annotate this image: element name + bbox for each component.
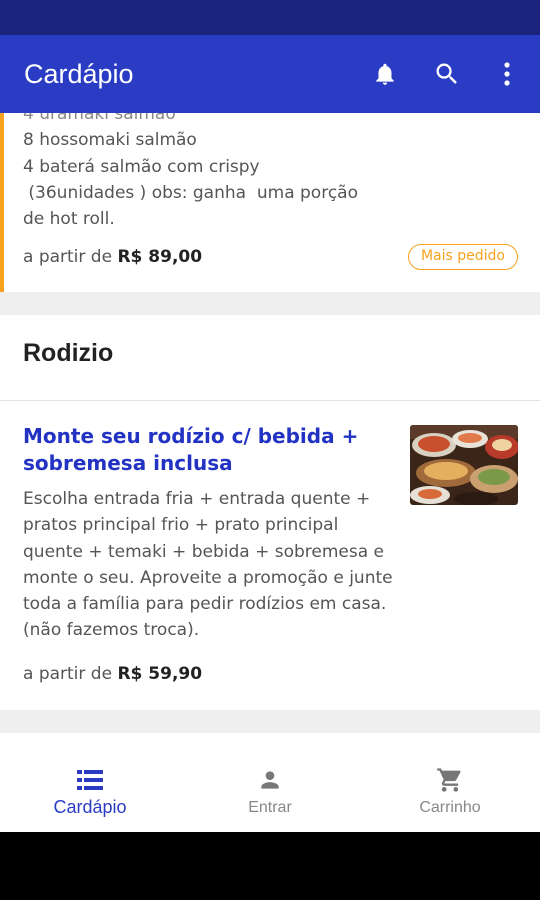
section-title: Rodizio: [23, 339, 114, 367]
price-prefix: a partir de: [23, 664, 113, 684]
nav-item-carrinho[interactable]: Carrinho: [360, 733, 540, 832]
description-line: (36unidades ) obs: ganha uma porção: [23, 182, 358, 203]
most-ordered-badge: Mais pedido: [407, 244, 518, 270]
status-bar: [0, 0, 540, 35]
price-value: R$ 59,90: [117, 664, 203, 684]
bell-icon: [376, 63, 394, 85]
description-line: 4 baterá salmão com crispy: [23, 156, 260, 177]
more-vert-icon: [504, 62, 510, 86]
system-navigation-bar: [0, 832, 540, 900]
app-bar-actions: [354, 35, 540, 113]
nav-item-entrar[interactable]: Entrar: [180, 733, 360, 832]
person-icon: [256, 766, 284, 794]
page-title: Cardápio: [24, 58, 134, 89]
nav-item-cardapio[interactable]: Cardápio: [0, 733, 180, 832]
menu-list-icon: [76, 766, 104, 794]
notifications-button[interactable]: [354, 43, 416, 105]
highlight-bar: [0, 113, 4, 292]
cart-icon: [436, 766, 464, 794]
price-row: a partir de R$ 89,00: [23, 247, 202, 267]
nav-label: Entrar: [248, 799, 292, 816]
product-description: Escolha entrada fria + entrada quente + …: [23, 489, 393, 641]
product-card-rodizio[interactable]: Monte seu rodízio c/ bebida + sobremesa …: [0, 401, 540, 710]
description-line: 8 hossomaki salmão: [23, 130, 197, 151]
search-button[interactable]: [416, 43, 478, 105]
menu-content[interactable]: 4 uramaki salmão 8 hossomaki salmão 4 ba…: [0, 113, 540, 733]
description-line: 4 uramaki salmão: [23, 113, 176, 124]
product-description: 4 uramaki salmão 8 hossomaki salmão 4 ba…: [23, 113, 403, 232]
price-prefix: a partir de: [23, 247, 113, 267]
more-options-button[interactable]: [478, 43, 536, 105]
nav-label: Cardápio: [53, 797, 127, 817]
product-card-top[interactable]: 4 uramaki salmão 8 hossomaki salmão 4 ba…: [0, 113, 540, 292]
price-value: R$ 89,00: [117, 247, 203, 267]
product-image: [410, 425, 518, 505]
bottom-navigation: Cardápio Entrar Carrinho: [0, 733, 540, 832]
price-row: a partir de R$ 59,90: [23, 664, 202, 684]
product-title: Monte seu rodízio c/ bebida + sobremesa …: [23, 424, 359, 475]
nav-label: Carrinho: [419, 799, 481, 816]
description-line: de hot roll.: [23, 209, 115, 230]
app-bar: Cardápio: [0, 35, 540, 113]
search-icon: [436, 63, 457, 84]
section-header: Rodizio: [0, 315, 540, 401]
